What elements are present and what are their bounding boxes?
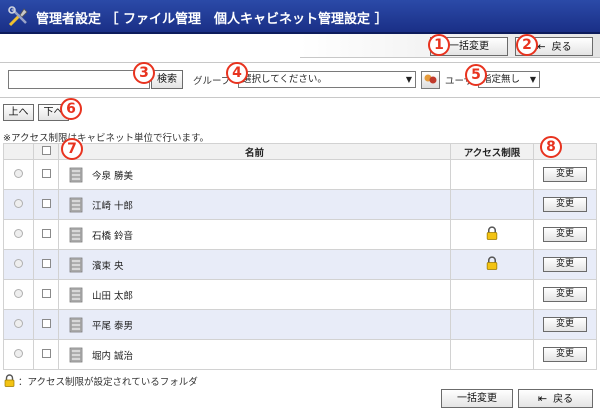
table-row: 堀内 誠治 変更: [3, 339, 597, 370]
title-bar: 管理者設定 ［ ファイル管理 個人キャビネット管理設定 ］: [0, 0, 600, 34]
access-cell: [450, 309, 534, 340]
group-label: グループ: [193, 76, 231, 87]
cabinet-icon: [69, 197, 83, 212]
access-cell: [450, 219, 534, 250]
marker-5: 5: [465, 64, 487, 86]
row-radio[interactable]: [14, 318, 23, 328]
cabinet-table: 名前 アクセス制限 今泉 勝美 変更 江崎 十郎 変更 石橋 鈴音 変更 濱束 央変更 山田 …: [3, 143, 597, 370]
table-row: 江崎 十郎 変更: [3, 189, 597, 220]
search-input[interactable]: [8, 70, 150, 89]
marker-1: 1: [428, 34, 450, 56]
cabinet-owner-name: 濱束 央: [92, 260, 124, 272]
lock-legend: ：アクセス制限が設定されているフォルダ: [4, 374, 198, 388]
row-checkbox[interactable]: [41, 348, 51, 358]
change-button[interactable]: 変更: [543, 197, 587, 212]
cabinet-icon: [69, 317, 83, 332]
cabinet-owner-name: 石橋 鈴音: [92, 230, 134, 242]
table-row: 今泉 勝美 変更: [3, 159, 597, 190]
search-row: 検索 グループ 選択してください。 ▼ ユーザ 指定無し ▼: [0, 66, 600, 94]
access-cell: [450, 339, 534, 370]
change-button[interactable]: 変更: [543, 257, 587, 272]
cabinet-icon: [69, 167, 83, 182]
marker-4: 4: [226, 62, 248, 84]
marker-2: 2: [516, 34, 538, 56]
top-toolbar: [0, 34, 600, 60]
lock-icon: [4, 374, 15, 387]
change-button[interactable]: 変更: [543, 347, 587, 362]
move-up-button[interactable]: 上へ: [3, 104, 34, 121]
row-checkbox[interactable]: [41, 288, 51, 298]
marker-3: 3: [133, 62, 155, 84]
cabinet-icon: [69, 227, 83, 242]
access-header: アクセス制限: [450, 143, 534, 160]
bulk-change-button-bottom[interactable]: 一括変更: [441, 389, 513, 408]
row-checkbox[interactable]: [41, 198, 51, 208]
cabinet-icon: [69, 347, 83, 362]
chevron-down-icon: ▼: [529, 75, 536, 84]
cabinet-owner-name: 江崎 十郎: [92, 200, 134, 212]
row-checkbox[interactable]: [41, 258, 51, 268]
cabinet-owner-name: 今泉 勝美: [92, 170, 134, 182]
change-button[interactable]: 変更: [543, 227, 587, 242]
access-cell: [450, 189, 534, 220]
page-title: 管理者設定 ［ ファイル管理 個人キャビネット管理設定 ］: [36, 12, 388, 27]
user-select[interactable]: 指定無し ▼: [478, 71, 540, 88]
back-button-bottom[interactable]: ⇤ 戻る: [518, 389, 593, 408]
access-note: ※アクセス制限はキャビネット単位で行います。: [3, 133, 210, 144]
row-checkbox[interactable]: [41, 168, 51, 178]
table-row: 石橋 鈴音 変更: [3, 219, 597, 250]
cabinet-icon: [69, 257, 83, 272]
row-radio[interactable]: [14, 198, 23, 208]
row-radio[interactable]: [14, 168, 23, 178]
marker-8: 8: [540, 136, 562, 158]
select-all-checkbox[interactable]: [41, 145, 51, 155]
lock-icon: [486, 226, 498, 240]
row-checkbox[interactable]: [41, 228, 51, 238]
change-button[interactable]: 変更: [543, 167, 587, 182]
lock-icon: [486, 256, 498, 270]
row-checkbox[interactable]: [41, 318, 51, 328]
back-arrow-icon: ⇤: [537, 392, 548, 405]
search-button[interactable]: 検索: [151, 70, 183, 89]
cabinet-owner-name: 堀内 誠治: [92, 350, 134, 362]
cabinet-icon: [69, 287, 83, 302]
change-button[interactable]: 変更: [543, 287, 587, 302]
group-select[interactable]: 選択してください。 ▼: [238, 71, 416, 88]
user-picker-button[interactable]: [421, 71, 440, 89]
users-icon: [424, 74, 437, 84]
access-cell: [450, 279, 534, 310]
row-radio[interactable]: [14, 288, 23, 298]
chevron-down-icon: ▼: [405, 75, 412, 84]
row-radio[interactable]: [14, 258, 23, 268]
cabinet-owner-name: 平尾 泰男: [92, 320, 134, 332]
table-row: 平尾 泰男 変更: [3, 309, 597, 340]
name-header: 名前: [58, 143, 451, 160]
marker-7: 7: [61, 138, 83, 160]
row-radio[interactable]: [14, 348, 23, 358]
row-radio[interactable]: [14, 228, 23, 238]
access-cell: [450, 159, 534, 190]
change-button[interactable]: 変更: [543, 317, 587, 332]
table-row: 山田 太郎 変更: [3, 279, 597, 310]
tools-icon: [8, 6, 28, 27]
access-cell: [450, 249, 534, 280]
table-row: 濱束 央 変更: [3, 249, 597, 280]
marker-6: 6: [60, 98, 82, 120]
cabinet-owner-name: 山田 太郎: [92, 290, 134, 302]
